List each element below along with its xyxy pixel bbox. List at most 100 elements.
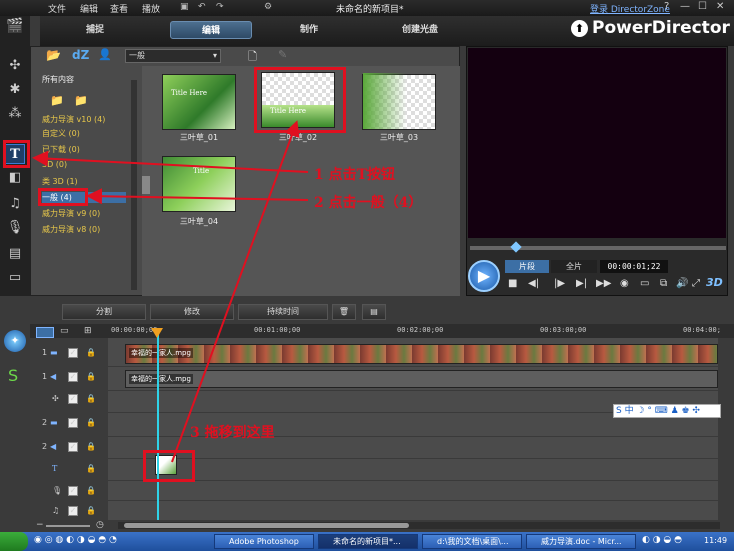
folder-icon[interactable]: 📁 — [74, 94, 88, 107]
folder-import-icon[interactable]: 📂 — [46, 48, 61, 62]
display-icon[interactable]: ▭ — [640, 278, 649, 289]
next-frame-icon[interactable]: |▶ — [554, 278, 565, 289]
tab-edit[interactable]: 编辑 — [170, 21, 252, 39]
lock-icon[interactable]: 🔒 — [86, 506, 96, 515]
edit-template-icon[interactable]: ✎ — [278, 48, 287, 61]
panel-collapse-handle[interactable] — [142, 176, 150, 194]
undock-icon[interactable]: ⧉ — [660, 278, 667, 289]
film-icon[interactable]: 🎬 — [5, 16, 25, 36]
music-icon[interactable]: ♫ — [5, 194, 25, 214]
track-enable-checkbox[interactable]: ✓ — [68, 372, 78, 382]
more-icon[interactable]: ▤ — [362, 304, 386, 320]
track-enable-checkbox[interactable]: ✓ — [68, 506, 78, 516]
lock-icon[interactable]: 🔒 — [86, 418, 96, 427]
stop-icon[interactable]: ■ — [508, 278, 517, 289]
minimize-icon[interactable]: — — [680, 1, 690, 12]
previous-frame-icon[interactable]: ◀| — [528, 278, 539, 289]
lock-icon[interactable]: 🔒 — [86, 372, 96, 381]
timeline-playhead[interactable] — [157, 330, 159, 520]
clip-mode-button[interactable]: 片段 — [505, 260, 549, 273]
effects-icon[interactable]: ✱ — [5, 80, 25, 100]
delete-icon[interactable]: 🗑 — [332, 304, 356, 320]
directorzone-icon[interactable]: dZ — [72, 48, 89, 62]
tree-item-3d-like[interactable]: 类 3D (1) — [42, 176, 78, 187]
menu-play[interactable]: 播放 — [142, 2, 160, 15]
lock-icon[interactable]: 🔒 — [86, 442, 96, 451]
menu-view[interactable]: 查看 — [110, 2, 128, 15]
title-thumbnail[interactable]: Title Here — [162, 74, 236, 130]
preview-scrubber[interactable] — [470, 246, 726, 250]
user-icon[interactable]: 👤 — [98, 48, 112, 61]
tree-item-custom[interactable]: 自定义 (0) — [42, 128, 80, 139]
timecode-display[interactable]: 00:00:01;22 — [600, 260, 668, 273]
add-folder-icon[interactable]: 📁 — [50, 94, 64, 107]
fullscreen-icon[interactable]: ⤢ — [692, 278, 700, 289]
video-clip[interactable]: 幸福的一家人.mpg — [125, 344, 718, 364]
tab-create-disc[interactable]: 创建光盘 — [380, 21, 460, 39]
tray-icons[interactable]: ◐ ◑ ◒ ◓ — [642, 535, 682, 545]
zoom-clock-icon[interactable]: ◷ — [96, 520, 104, 530]
duration-button[interactable]: 持续时间 — [238, 304, 328, 320]
transition-icon[interactable]: ◧ — [5, 168, 25, 188]
tree-item-v9[interactable]: 威力导演 v9 (0) — [42, 208, 100, 219]
tree-item-v8[interactable]: 威力导演 v8 (0) — [42, 224, 100, 235]
help-icon[interactable]: ? — [664, 1, 669, 12]
fix-enhance-icon[interactable]: S — [8, 366, 18, 385]
chapter-icon[interactable]: ▤ — [5, 244, 25, 264]
new-title-icon[interactable]: 🗋 — [248, 48, 257, 67]
menu-file[interactable]: 文件 — [48, 2, 66, 15]
zoom-out-icon[interactable]: − — [36, 520, 44, 530]
lock-icon[interactable]: 🔒 — [86, 486, 96, 495]
taskbar-item-word[interactable]: 威力导演.doc - Micr... — [526, 534, 636, 549]
add-track-icon[interactable]: ⊞ — [84, 326, 92, 336]
taskbar-item-photoshop[interactable]: Adobe Photoshop — [214, 534, 314, 549]
play-button[interactable]: ▶ — [468, 260, 500, 292]
title-thumbnail[interactable] — [362, 73, 436, 130]
track-enable-checkbox[interactable]: ✓ — [68, 442, 78, 452]
track-enable-checkbox[interactable]: ✓ — [68, 486, 78, 496]
timeline-view-icon[interactable] — [36, 327, 54, 338]
volume-icon[interactable]: 🔊 — [676, 278, 688, 289]
snapshot-icon[interactable]: ◉ — [620, 278, 629, 289]
lock-icon[interactable]: 🔒 — [86, 394, 96, 403]
tab-produce[interactable]: 制作 — [274, 21, 344, 39]
tree-scrollbar[interactable] — [131, 80, 137, 290]
storyboard-view-icon[interactable]: ▭ — [60, 326, 69, 336]
audio-clip[interactable]: 幸福的一家人.mpg — [125, 370, 718, 388]
3d-mode-button[interactable]: 3D — [706, 276, 723, 289]
lock-icon[interactable]: 🔒 — [86, 348, 96, 357]
menu-edit[interactable]: 编辑 — [80, 2, 98, 15]
media-room-icon[interactable]: ✣ — [5, 56, 25, 76]
step-forward-icon[interactable]: ▶| — [576, 278, 587, 289]
modify-button[interactable]: 修改 — [150, 304, 234, 320]
tree-item-v10[interactable]: 威力导演 v10 (4) — [42, 114, 105, 125]
undo-icon[interactable]: ↶ — [198, 2, 206, 12]
redo-icon[interactable]: ↷ — [216, 2, 224, 12]
fast-forward-icon[interactable]: ▶▶ — [596, 278, 611, 289]
track-enable-checkbox[interactable]: ✓ — [68, 348, 78, 358]
title-thumbnail[interactable]: Title — [162, 156, 236, 212]
timeline-scrollbar-thumb[interactable] — [124, 523, 409, 528]
subtitle-icon[interactable]: ▭ — [5, 268, 25, 288]
lock-icon[interactable]: 🔒 — [86, 464, 96, 473]
tree-root[interactable]: 所有内容 — [42, 74, 74, 85]
settings-icon[interactable]: ⚙ — [264, 2, 272, 12]
track-enable-checkbox[interactable]: ✓ — [68, 418, 78, 428]
zoom-slider[interactable] — [46, 525, 90, 527]
taskbar-item-powerdirector[interactable]: 未命名的新项目*... — [318, 534, 418, 549]
movie-mode-button[interactable]: 全片 — [551, 260, 597, 273]
particle-icon[interactable]: ⁂ — [5, 104, 25, 124]
save-icon[interactable]: ▣ — [180, 2, 189, 12]
category-filter-select[interactable]: 一般 ▾ — [125, 49, 221, 63]
ime-toolbar[interactable]: S 中 ☽ ° ⌨ ♟ ♚ ✣ — [613, 404, 721, 418]
tree-item-downloaded[interactable]: 已下载 (0) — [42, 144, 80, 155]
tree-item-3d[interactable]: 3D (0) — [42, 160, 67, 169]
tab-capture[interactable]: 捕捉 — [60, 21, 130, 39]
quicklaunch-icons[interactable]: ◉ ◎ ◍ ◐ ◑ ◒ ◓ ◔ — [34, 535, 117, 545]
login-link[interactable]: 登录 DirectorZone — [590, 2, 670, 15]
split-button[interactable]: 分割 — [62, 304, 146, 320]
microphone-icon[interactable]: 🎙 — [5, 218, 25, 238]
taskbar-item-explorer[interactable]: d:\我的文档\桌面\... — [422, 534, 522, 549]
track-enable-checkbox[interactable]: ✓ — [68, 394, 78, 404]
magic-tools-icon[interactable]: ✦ — [4, 330, 26, 352]
